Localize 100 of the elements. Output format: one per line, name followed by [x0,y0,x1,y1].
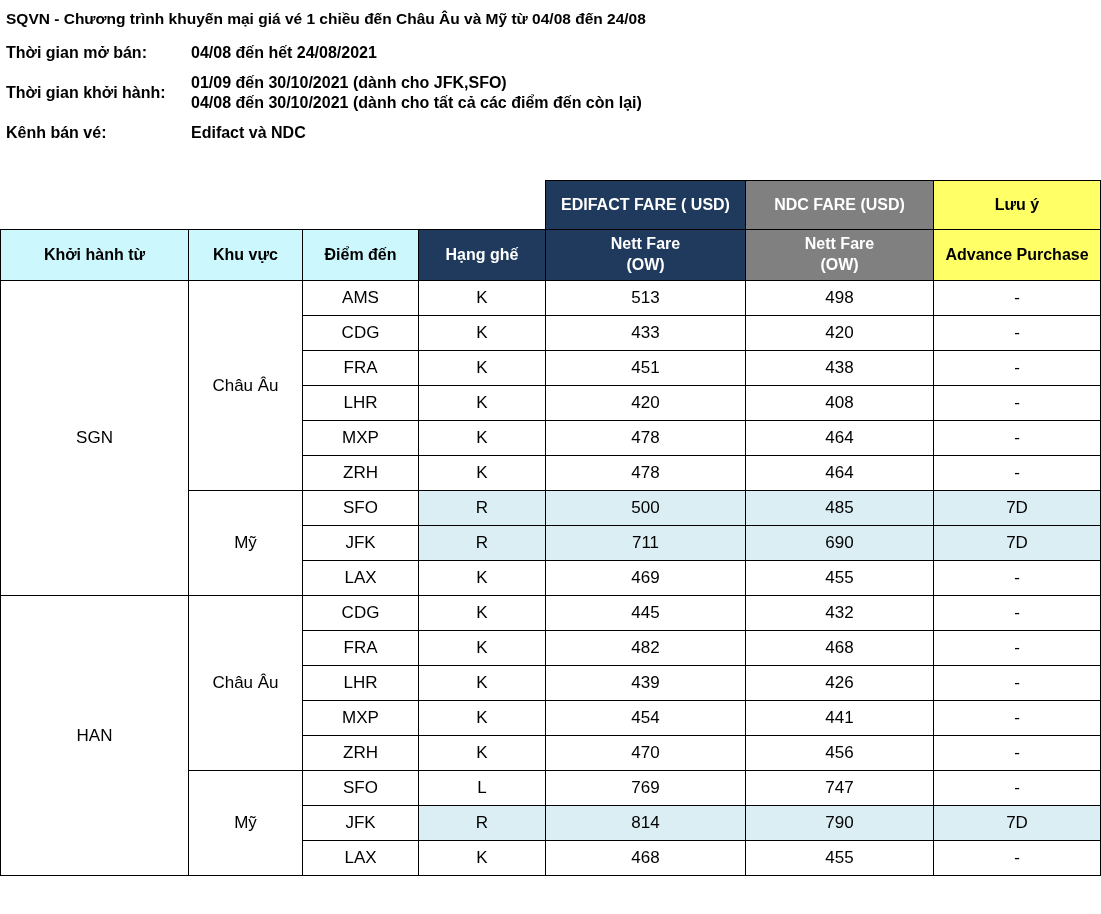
table-cell: JFK [302,525,419,561]
table-cell: 747 [745,770,934,806]
table-cell: 690 [745,525,934,561]
table-cell: 513 [545,280,746,316]
info-value: 01/09 đến 30/10/2021 (dành cho JFK,SFO) [191,74,508,92]
table-cell: 456 [745,735,934,771]
table-cell: 468 [545,840,746,876]
info-value: 04/08 đến 30/10/2021 (dành cho tất cả các điểm đến còn lại) [191,94,642,112]
table-cell: FRA [302,350,419,386]
table-cell: Mỹ [188,770,303,876]
table-cell: LAX [302,840,419,876]
table-cell: - [933,840,1101,876]
info-label: Thời gian khởi hành: [6,84,167,102]
table-cell: 464 [745,420,934,456]
table-cell: - [933,595,1101,631]
table-cell: 464 [745,455,934,491]
group-header: Lưu ý [933,180,1101,230]
table-cell: - [933,630,1101,666]
column-header: Khu vực [188,229,303,281]
table-cell: 711 [545,525,746,561]
table-cell: 439 [545,665,746,701]
table-cell: 432 [745,595,934,631]
column-header: Nett Fare (OW) [745,229,934,281]
table-cell: 498 [745,280,934,316]
table-cell: 769 [545,770,746,806]
table-cell: K [418,560,546,596]
table-cell: K [418,315,546,351]
table-cell: L [418,770,546,806]
column-header: Hạng ghế [418,229,546,281]
table-cell: - [933,700,1101,736]
table-cell: 7D [933,490,1101,526]
table-cell: 454 [545,700,746,736]
info-label: Thời gian mở bán: [6,44,148,62]
table-cell: 441 [745,700,934,736]
table-cell: 455 [745,560,934,596]
table-cell: 433 [545,315,746,351]
info-value: 04/08 đến hết 24/08/2021 [191,44,377,62]
table-cell: 814 [545,805,746,841]
column-header: Advance Purchase [933,229,1101,281]
info-value: Edifact và NDC [191,124,306,142]
table-cell: K [418,700,546,736]
table-cell: - [933,385,1101,421]
group-header: NDC FARE (USD) [745,180,934,230]
column-header: Nett Fare (OW) [545,229,746,281]
table-cell: 451 [545,350,746,386]
table-cell: R [418,490,546,526]
table-cell: K [418,280,546,316]
table-cell: Mỹ [188,490,303,596]
table-cell: ZRH [302,455,419,491]
table-cell: K [418,840,546,876]
table-cell: CDG [302,595,419,631]
table-cell: - [933,455,1101,491]
table-cell: 478 [545,455,746,491]
table-cell: K [418,385,546,421]
column-header: Điểm đến [302,229,419,281]
table-cell: - [933,420,1101,456]
table-cell: MXP [302,700,419,736]
table-cell: SGN [0,280,189,596]
table-cell: K [418,630,546,666]
table-cell: 470 [545,735,746,771]
table-cell: 500 [545,490,746,526]
table-cell: K [418,595,546,631]
info-label: Kênh bán vé: [6,124,108,142]
column-header: Khởi hành từ [0,229,189,281]
table-cell: LHR [302,665,419,701]
table-cell: ZRH [302,735,419,771]
group-header: EDIFACT FARE ( USD) [545,180,746,230]
table-cell: Châu Âu [188,595,303,771]
table-cell: 438 [745,350,934,386]
table-cell: SFO [302,490,419,526]
table-cell: 482 [545,630,746,666]
table-cell: K [418,455,546,491]
table-cell: R [418,525,546,561]
table-cell: FRA [302,630,419,666]
table-cell: K [418,350,546,386]
table-cell: - [933,350,1101,386]
table-cell: - [933,315,1101,351]
table-cell: 445 [545,595,746,631]
table-cell: 7D [933,525,1101,561]
table-cell: 468 [745,630,934,666]
table-cell: JFK [302,805,419,841]
table-cell: LAX [302,560,419,596]
table-cell: - [933,665,1101,701]
table-cell: SFO [302,770,419,806]
table-cell: R [418,805,546,841]
table-cell: K [418,735,546,771]
table-cell: - [933,770,1101,806]
table-cell: - [933,735,1101,771]
table-cell: 408 [745,385,934,421]
table-cell: Châu Âu [188,280,303,491]
table-cell: 420 [745,315,934,351]
table-cell: K [418,420,546,456]
table-cell: 426 [745,665,934,701]
table-cell: LHR [302,385,419,421]
table-cell: - [933,560,1101,596]
table-cell: K [418,665,546,701]
table-cell: HAN [0,595,189,876]
table-cell: MXP [302,420,419,456]
table-cell: AMS [302,280,419,316]
table-cell: 420 [545,385,746,421]
